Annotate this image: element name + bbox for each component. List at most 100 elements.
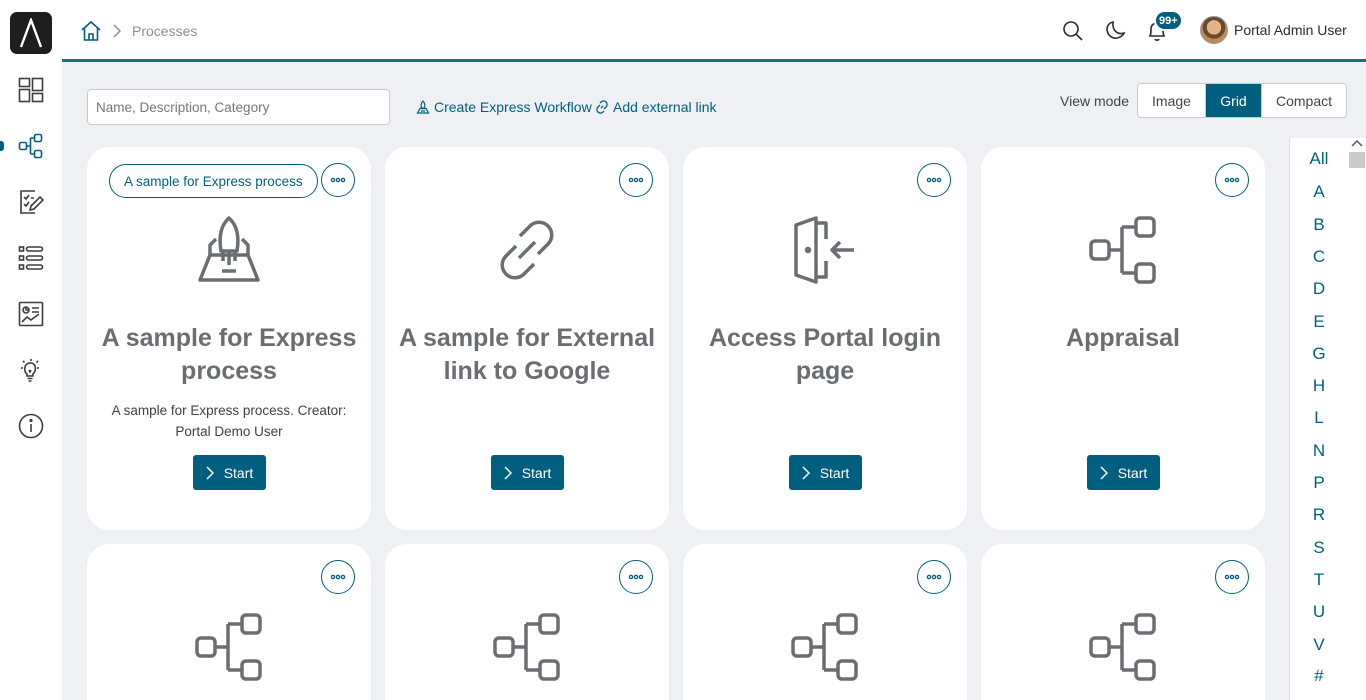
- card-image: [194, 215, 264, 285]
- process-card[interactable]: A sample for External link to Google Sta…: [385, 147, 669, 530]
- search-input[interactable]: [87, 89, 390, 125]
- card-image: [790, 612, 860, 682]
- more-horizontal-icon: [330, 177, 346, 183]
- alpha-letter[interactable]: H: [1290, 376, 1348, 396]
- process-card[interactable]: [981, 544, 1265, 700]
- view-mode-grid[interactable]: Grid: [1206, 84, 1262, 117]
- more-options-button[interactable]: [1215, 560, 1249, 594]
- process-diagram-icon: [791, 613, 858, 681]
- card-image: [1088, 215, 1158, 285]
- nav-ideas[interactable]: [0, 350, 62, 390]
- alpha-letter[interactable]: N: [1290, 441, 1348, 461]
- link-icon: [596, 100, 608, 114]
- more-options-button[interactable]: [619, 560, 653, 594]
- alpha-letter[interactable]: E: [1290, 312, 1348, 332]
- more-options-button[interactable]: [321, 163, 355, 197]
- create-express-workflow-link[interactable]: Create Express Workflow: [416, 99, 592, 115]
- alpha-letter[interactable]: A: [1290, 182, 1348, 202]
- chevron-right-icon: [802, 465, 810, 480]
- alpha-letter[interactable]: V: [1290, 635, 1348, 655]
- dark-mode-toggle[interactable]: [1102, 18, 1128, 44]
- process-card[interactable]: A sample for Express process A sample fo…: [87, 147, 371, 530]
- notification-badge: 99+: [1154, 10, 1183, 31]
- nav-about[interactable]: [0, 406, 62, 446]
- card-image: [492, 215, 562, 285]
- alpha-letter[interactable]: C: [1290, 247, 1348, 267]
- nav-statistics[interactable]: [0, 294, 62, 334]
- process-title: A sample for Express process: [101, 324, 357, 385]
- search-button[interactable]: [1060, 18, 1086, 44]
- process-card[interactable]: Access Portal login page Start: [683, 147, 967, 530]
- alpha-letter[interactable]: S: [1290, 538, 1348, 558]
- add-external-link-label: Add external link: [613, 99, 717, 115]
- nav-cases[interactable]: [0, 238, 62, 278]
- alpha-letter[interactable]: U: [1290, 602, 1348, 622]
- process-card[interactable]: [87, 544, 371, 700]
- more-options-button[interactable]: [619, 163, 653, 197]
- user-menu[interactable]: Portal Admin User: [1200, 16, 1347, 44]
- process-diagram-icon: [1089, 613, 1156, 681]
- alpha-letter[interactable]: #: [1290, 666, 1348, 686]
- alphabet-scrollbar[interactable]: [1349, 138, 1366, 700]
- start-button[interactable]: Start: [491, 455, 564, 490]
- nav-dashboard[interactable]: [0, 70, 62, 110]
- top-header: Processes 99+ Portal Admin User: [62, 0, 1366, 62]
- user-name: Portal Admin User: [1234, 22, 1347, 38]
- process-description: A sample for Express process. Creator: P…: [111, 403, 347, 439]
- process-diagram-icon: [1089, 216, 1156, 284]
- more-horizontal-icon: [1224, 574, 1240, 580]
- scroll-thumb[interactable]: [1349, 152, 1365, 168]
- moon-icon: [1106, 21, 1126, 39]
- breadcrumb: Processes: [80, 20, 197, 42]
- process-card[interactable]: [683, 544, 967, 700]
- alphabet-index: All A B C D E G H L N P R S T U V #: [1289, 138, 1349, 700]
- lightbulb-icon: [21, 359, 39, 382]
- search-icon: [1063, 21, 1083, 41]
- nav-tasks[interactable]: [0, 182, 62, 222]
- breadcrumb-current: Processes: [132, 23, 198, 39]
- home-icon[interactable]: [80, 20, 102, 42]
- process-card[interactable]: [385, 544, 669, 700]
- chevron-right-icon: [206, 465, 214, 480]
- view-mode-compact[interactable]: Compact: [1262, 84, 1346, 117]
- more-horizontal-icon: [628, 574, 644, 580]
- card-image: [1088, 612, 1158, 682]
- add-external-link[interactable]: Add external link: [595, 99, 717, 115]
- more-horizontal-icon: [926, 574, 942, 580]
- alpha-letter[interactable]: R: [1290, 505, 1348, 525]
- app-logo[interactable]: [10, 12, 52, 54]
- more-options-button[interactable]: [1215, 163, 1249, 197]
- alpha-letter[interactable]: L: [1290, 408, 1348, 428]
- more-options-button[interactable]: [917, 560, 951, 594]
- alpha-letter[interactable]: D: [1290, 279, 1348, 299]
- category-chip[interactable]: A sample for Express process: [109, 164, 318, 198]
- dashboard-icon: [18, 77, 44, 103]
- alpha-letter[interactable]: T: [1290, 570, 1348, 590]
- start-button[interactable]: Start: [789, 455, 862, 490]
- start-button[interactable]: Start: [1087, 455, 1160, 490]
- nav-processes[interactable]: [0, 126, 62, 166]
- door-enter-icon: [794, 216, 854, 284]
- alpha-all[interactable]: All: [1290, 149, 1348, 169]
- process-title: Access Portal login page: [708, 324, 942, 385]
- more-options-button[interactable]: [917, 163, 951, 197]
- alpha-letter[interactable]: P: [1290, 473, 1348, 493]
- more-horizontal-icon: [628, 177, 644, 183]
- express-workflow-icon: [416, 100, 430, 114]
- chevron-right-icon: [1100, 465, 1108, 480]
- statistics-report-icon: [18, 301, 44, 327]
- start-label: Start: [819, 464, 850, 481]
- start-button[interactable]: Start: [193, 455, 266, 490]
- card-image: [492, 612, 562, 682]
- more-horizontal-icon: [1224, 177, 1240, 183]
- chevron-right-icon: [504, 465, 512, 480]
- alpha-letter[interactable]: B: [1290, 215, 1348, 235]
- chevron-right-icon: [113, 24, 122, 38]
- process-title: A sample for External link to Google: [398, 324, 656, 385]
- view-mode-image[interactable]: Image: [1138, 84, 1206, 117]
- rocket-icon: [198, 216, 260, 282]
- more-options-button[interactable]: [321, 560, 355, 594]
- start-label: Start: [1117, 464, 1148, 481]
- process-card[interactable]: Appraisal Start: [981, 147, 1265, 530]
- alpha-letter[interactable]: G: [1290, 344, 1348, 364]
